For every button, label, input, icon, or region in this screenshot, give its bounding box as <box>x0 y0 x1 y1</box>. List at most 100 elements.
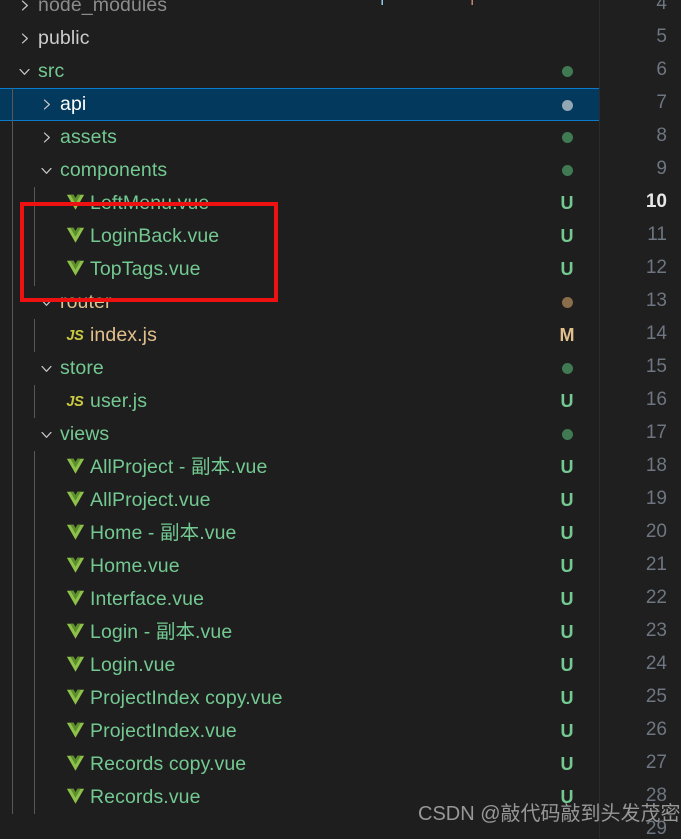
chevron-right-icon[interactable] <box>12 22 36 55</box>
vue-file-icon <box>62 253 88 286</box>
tree-folder-row[interactable]: components <box>0 154 599 187</box>
tree-file-row[interactable]: JS user.js U <box>0 385 599 418</box>
line-number: 9 <box>656 158 667 179</box>
tree-file-row[interactable]: Records copy.vue U <box>0 748 599 781</box>
file-name-label: Home - 副本.vue <box>90 522 237 544</box>
file-name-label: Home.vue <box>90 555 180 577</box>
git-status-badge: U <box>560 721 574 741</box>
tree-folder-row[interactable]: src <box>0 55 599 88</box>
file-name-label: TopTags.vue <box>90 258 201 280</box>
line-number: 28 <box>645 785 667 806</box>
chevron-down-icon[interactable] <box>12 55 36 88</box>
tree-folder-row[interactable]: public <box>0 22 599 55</box>
file-name-label: Records.vue <box>90 786 201 808</box>
indent-guide <box>12 616 13 649</box>
vue-file-icon <box>62 187 88 220</box>
line-number: 12 <box>645 257 667 278</box>
indent-guide <box>12 352 13 385</box>
indent-guide <box>12 748 13 781</box>
tree-file-row[interactable]: Home.vue U <box>0 550 599 583</box>
git-status-badge: U <box>560 259 574 279</box>
line-number: 27 <box>645 752 667 773</box>
tree-folder-row[interactable]: store <box>0 352 599 385</box>
line-number: 22 <box>645 587 667 608</box>
chevron-down-icon[interactable] <box>34 352 58 385</box>
indent-guide <box>34 319 35 352</box>
chevron-down-icon[interactable] <box>34 286 58 319</box>
line-number: 5 <box>656 26 667 47</box>
tree-file-row[interactable]: AllProject - 副本.vue U <box>0 451 599 484</box>
tree-file-row[interactable]: LoginBack.vue U <box>0 220 599 253</box>
git-status-dot <box>556 352 578 385</box>
folder-name-label: router <box>60 291 112 313</box>
line-number: 19 <box>645 488 667 509</box>
tree-file-row[interactable]: Records.vue U <box>0 781 599 814</box>
chevron-down-icon[interactable] <box>34 154 58 187</box>
tree-file-row[interactable]: Home - 副本.vue U <box>0 517 599 550</box>
file-name-label: Login.vue <box>90 654 176 676</box>
tree-file-row[interactable]: AllProject.vue U <box>0 484 599 517</box>
tree-file-row[interactable]: Login.vue U <box>0 649 599 682</box>
vue-file-icon <box>62 781 88 814</box>
indent-guide <box>12 517 13 550</box>
folder-name-label: views <box>60 423 110 445</box>
git-status-badge: U <box>560 688 574 708</box>
file-explorer-sidebar[interactable]: || node_modulespublicsrcapiassetscompone… <box>0 0 600 839</box>
vue-file-icon <box>62 649 88 682</box>
chevron-down-icon[interactable] <box>34 418 58 451</box>
tree-file-row[interactable]: ProjectIndex copy.vue U <box>0 682 599 715</box>
chevron-right-icon[interactable] <box>34 121 58 154</box>
line-number: 8 <box>656 125 667 146</box>
tree-folder-row[interactable]: assets <box>0 121 599 154</box>
tree-folder-row[interactable]: views <box>0 418 599 451</box>
vue-file-icon <box>62 748 88 781</box>
line-number: 17 <box>645 422 667 443</box>
git-status-dot <box>556 154 578 187</box>
tree-file-row[interactable]: JS index.js M <box>0 319 599 352</box>
file-name-label: user.js <box>90 390 148 412</box>
vue-file-icon <box>62 484 88 517</box>
indent-guide <box>12 88 13 121</box>
tree-file-row[interactable]: Interface.vue U <box>0 583 599 616</box>
git-status-badge: U <box>560 589 574 609</box>
tree-file-row[interactable]: LeftMenu.vue U <box>0 187 599 220</box>
indent-guide <box>12 550 13 583</box>
git-status-badge: U <box>560 226 574 246</box>
indent-guide <box>12 682 13 715</box>
git-status-badge: U <box>560 556 574 576</box>
git-status-dot <box>556 89 578 122</box>
git-status-dot <box>556 286 578 319</box>
js-file-icon: JS <box>66 393 84 410</box>
git-status-dot <box>556 121 578 154</box>
tree-folder-row[interactable]: api <box>0 88 599 122</box>
file-tree[interactable]: node_modules public src api assets components… <box>0 0 599 814</box>
indent-guide <box>12 484 13 517</box>
indent-guide <box>12 121 13 154</box>
file-name-label: LeftMenu.vue <box>90 192 210 214</box>
chevron-right-icon[interactable] <box>34 88 58 121</box>
tree-folder-row[interactable]: router <box>0 286 599 319</box>
tree-file-row[interactable]: TopTags.vue U <box>0 253 599 286</box>
tree-file-row[interactable]: Login - 副本.vue U <box>0 616 599 649</box>
line-number: 24 <box>645 653 667 674</box>
tree-file-row[interactable]: ProjectIndex.vue U <box>0 715 599 748</box>
js-file-icon: JS <box>66 327 84 344</box>
indent-guide <box>12 385 13 418</box>
